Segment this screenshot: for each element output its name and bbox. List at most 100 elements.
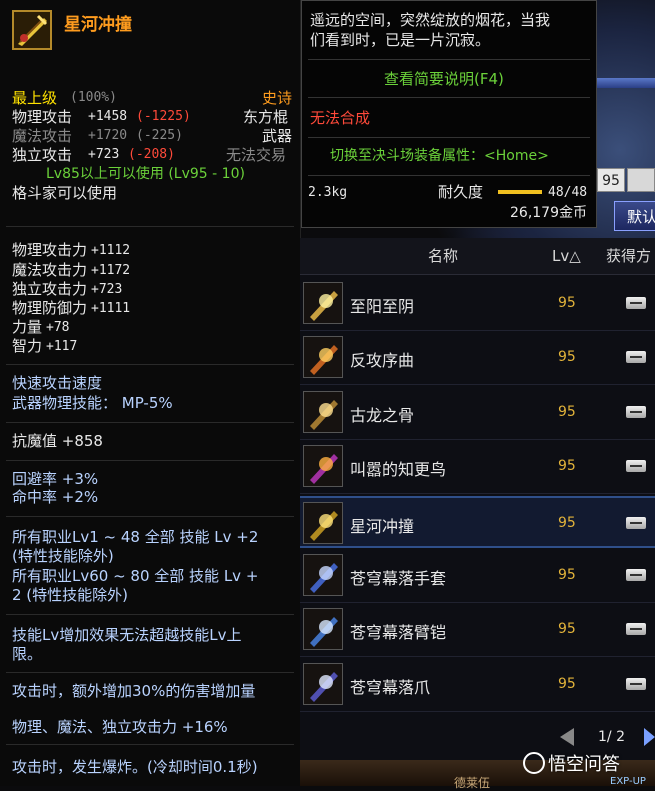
divider [6,516,294,517]
minus-icon[interactable] [626,516,646,529]
durability-label: 耐久度 [438,183,484,201]
item-grade-percent: (100%) [70,90,117,105]
divider [308,175,590,176]
stat-label: 智力 [12,337,43,355]
column-source[interactable]: 获得方 [606,247,651,265]
hit-rate: 命中率 +2% [12,488,99,506]
item-weight: 2.3kg [308,185,348,200]
class-requirement: 格斗家可以使用 [12,184,118,202]
list-item[interactable]: 叫嚣的知更鸟 95 [300,441,655,495]
equipment-icon [303,336,343,379]
level-requirement: Lv85以上可以使用 (Lv95 - 10) [46,166,245,182]
divider [6,364,294,365]
minus-icon[interactable] [626,569,646,581]
divider [6,614,294,615]
equipment-icon [303,554,343,596]
damage-bonus: 攻击时，额外增加30%的伤害增加量 [12,682,256,700]
minus-icon[interactable] [626,677,646,690]
phys-atk-label: 物理攻击 [12,108,73,126]
stat-label: 独立攻击力 [12,280,88,298]
item-tooltip: 星河冲撞 最上级 (100%) 史诗 物理攻击 +1458 (-1225) 东方… [0,0,301,786]
item-name: 苍穹幕落臂铠 [350,623,447,643]
item-info-panel: 遥远的空间，突然绽放的烟花，当我 们看到时，已是一片沉寂。 查看简要说明(F4)… [301,0,597,228]
item-rarity: 史诗 [262,89,293,107]
level-input[interactable]: 95 [597,168,625,192]
item-level: 95 [558,403,576,420]
explosion-effect: 攻击时，发生爆炸。(冷却时间0.1秒) [12,758,258,776]
stat-value: +1112 [91,243,131,258]
list-item[interactable]: 反攻序曲 95 [300,332,655,386]
list-header: 名称 Lv△ 获得方 [300,238,655,275]
page-number: 1/ 2 [598,729,625,745]
divider [6,226,294,227]
character-label: 德莱伍 [454,776,491,790]
pager: 1/ 2 [548,726,655,750]
list-item[interactable]: 古龙之骨 95 [300,387,655,440]
equipment-icon [303,608,343,651]
item-level: 95 [558,458,576,475]
stat-label: 物理攻击力 [12,241,88,259]
minus-icon[interactable] [626,623,646,636]
minus-icon[interactable] [626,351,646,364]
equipment-icon [303,662,343,705]
divider [6,672,294,673]
level-input-max[interactable] [627,168,655,192]
item-name: 苍穹幕落爪 [350,677,431,697]
column-level[interactable]: Lv△ [552,247,581,265]
next-page-icon[interactable] [644,728,655,746]
divider [308,137,590,138]
item-level: 95 [558,514,576,531]
item-name: 至阳至阴 [350,297,415,316]
watermark-logo-icon [523,752,545,774]
minus-icon[interactable] [626,297,646,309]
column-name[interactable]: 名称 [428,247,458,265]
skill-bonus-2-line-1: 所有职业Lv60 ~ 80 全部 技能 Lv + [12,567,259,585]
flavor-text-line-1: 遥远的空间，突然绽放的烟花，当我 [310,11,551,29]
list-item[interactable]: 星河冲撞 95 [300,495,655,548]
item-level: 95 [558,675,576,692]
stat-label: 力量 [12,318,43,336]
list-item[interactable]: 苍穹幕落臂铠 95 [300,604,655,658]
item-name: 星河冲撞 [350,516,415,536]
list-item[interactable]: 苍穹幕落手套 95 [300,550,655,603]
switch-pvp-stats[interactable]: 切换至决斗场装备属性：<Home> [330,147,549,165]
default-button[interactable]: 默认 [614,201,655,231]
item-name: 叫嚣的知更鸟 [350,460,447,480]
equipment-icon [303,282,343,324]
stat-value: +78 [46,320,70,335]
window-title-strip [597,78,655,88]
skill-bonus-1-line-1: 所有职业Lv1 ~ 48 全部 技能 Lv +2 [12,528,259,546]
mag-atk-diff: (-225) [136,128,183,143]
list-item[interactable]: 至阳至阴 95 [300,278,655,331]
item-name: 古龙之骨 [350,405,415,425]
skill-note-line-2: 限。 [12,645,43,663]
stat-label: 物理防御力 [12,299,88,317]
minus-icon[interactable] [626,460,646,473]
item-level: 95 [558,349,576,366]
flavor-text-line-2: 们看到时，已是一片沉寂。 [310,31,491,49]
minus-icon[interactable] [626,405,646,418]
attack-power-bonus: 物理、魔法、独立攻击力 +16% [12,718,228,736]
item-level: 95 [558,295,576,311]
divider [6,744,294,745]
ind-atk-label: 独立攻击 [12,146,73,164]
equipment-list: 名称 Lv△ 获得方 至阳至阴 95 反攻序曲 95 古龙之骨 95 叫嚣的知更鸟 95 星河冲… [300,238,655,786]
cannot-combine: 无法合成 [310,109,371,127]
stat-value: +723 [91,282,123,297]
mag-atk-value: +1720 [88,128,128,143]
item-level: 95 [558,567,576,583]
phys-atk-value: +1458 [88,109,128,124]
view-brief-link[interactable]: 查看简要说明(F4) [384,70,504,88]
prev-page-icon[interactable] [560,728,574,746]
divider [308,97,590,98]
durability-bar [498,190,542,194]
divider [6,460,294,461]
item-grade: 最上级 [12,89,58,107]
weapon-icon [12,10,52,50]
equipment-icon [303,501,343,544]
watermark-text: 悟空问答 [548,754,620,775]
durability-value: 48/48 [548,185,588,200]
list-item[interactable]: 苍穹幕落爪 95 [300,659,655,712]
phys-atk-diff: (-1225) [136,109,191,124]
equipment-icon [303,390,343,433]
